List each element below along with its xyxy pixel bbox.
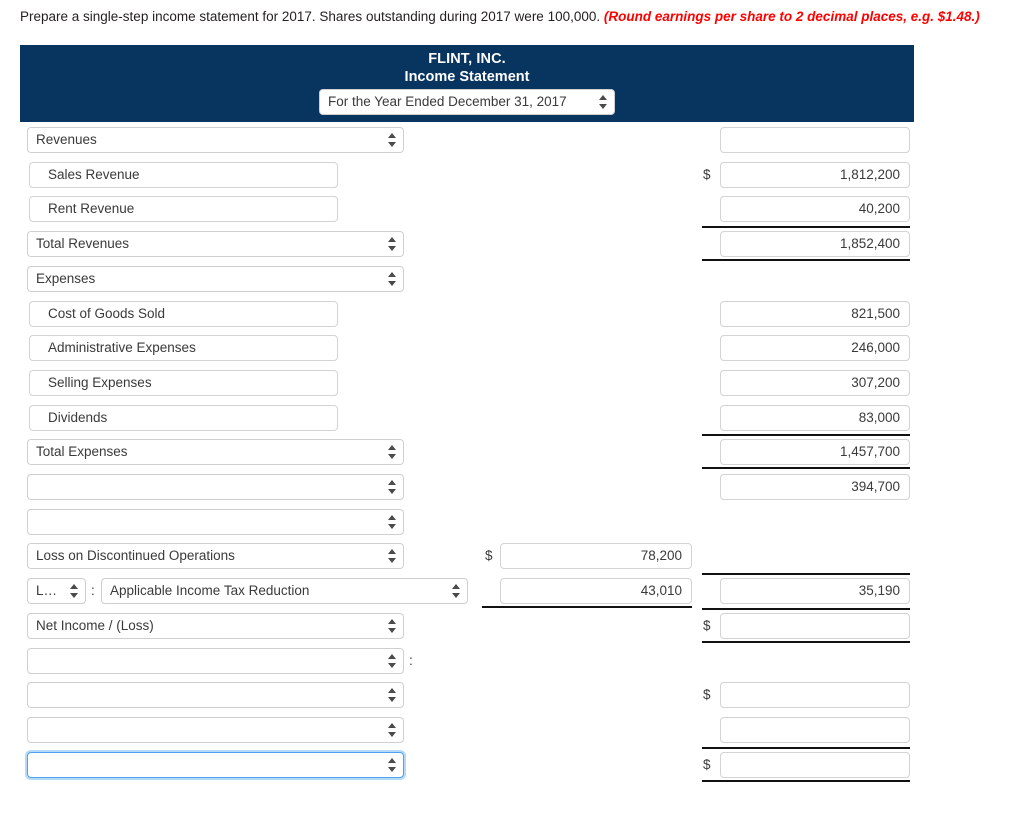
amount-input-right[interactable]: 307,200: [720, 370, 910, 396]
line-item-text-input[interactable]: Sales Revenue: [29, 162, 338, 188]
total-rule: [702, 747, 910, 749]
line-item-select[interactable]: [27, 682, 404, 708]
chevron-updown-icon: [388, 653, 397, 669]
line-item-select[interactable]: Total Expenses: [27, 439, 404, 465]
dollar-sign: $: [703, 618, 711, 633]
line-item-select[interactable]: Applicable Income Tax Reduction: [101, 578, 468, 604]
instruction-text: Prepare a single-step income statement f…: [20, 8, 1010, 25]
amount-input-right[interactable]: 1,852,400: [720, 231, 910, 257]
dollar-sign: $: [703, 167, 711, 182]
line-item-text-input[interactable]: Administrative Expenses: [29, 335, 338, 361]
line-item-select[interactable]: Loss on Discontinued Operations: [27, 543, 404, 569]
chevron-updown-icon: [388, 236, 397, 252]
total-rule: [702, 780, 910, 782]
chevron-updown-icon: [388, 132, 397, 148]
amount-input-middle[interactable]: 78,200: [500, 543, 692, 569]
amount-input-right[interactable]: 394,700: [720, 474, 910, 500]
chevron-updown-icon: [452, 583, 461, 599]
dollar-sign: $: [703, 687, 711, 702]
chevron-updown-icon: [599, 94, 608, 110]
chevron-updown-icon: [388, 479, 397, 495]
total-rule: [702, 641, 910, 643]
line-item-select-value: Applicable Income Tax Reduction: [110, 583, 310, 598]
chevron-updown-icon: [388, 687, 397, 703]
line-item-select-value: Total Revenues: [36, 236, 130, 251]
line-item-select-value: Total Expenses: [36, 444, 128, 459]
amount-input-right[interactable]: [720, 752, 910, 778]
amount-input-right[interactable]: [720, 717, 910, 743]
chevron-updown-icon: [388, 757, 397, 773]
line-item-text-input[interactable]: Rent Revenue: [29, 196, 338, 222]
line-item-select-value: Net Income / (Loss): [36, 618, 154, 633]
amount-input-right[interactable]: 83,000: [720, 405, 910, 431]
line-item-select[interactable]: Expenses: [27, 266, 404, 292]
line-item-select[interactable]: [27, 474, 404, 500]
instruction-main: Prepare a single-step income statement f…: [20, 9, 601, 24]
line-item-select-value: Revenues: [36, 132, 97, 147]
line-item-select[interactable]: [27, 717, 404, 743]
chevron-updown-icon: [388, 444, 397, 460]
colon-separator: :: [409, 653, 413, 668]
line-item-text-input[interactable]: Cost of Goods Sold: [29, 301, 338, 327]
period-select-value: For the Year Ended December 31, 2017: [328, 94, 567, 109]
line-item-select-value: Expenses: [36, 271, 96, 286]
amount-input-right[interactable]: 1,812,200: [720, 162, 910, 188]
line-item-select[interactable]: Total Revenues: [27, 231, 404, 257]
amount-input-right[interactable]: 35,190: [720, 578, 910, 604]
amount-input-middle[interactable]: 43,010: [500, 578, 692, 604]
chevron-updown-icon: [70, 583, 79, 599]
total-rule: [702, 608, 910, 610]
chevron-updown-icon: [388, 618, 397, 634]
amount-input-right[interactable]: 821,500: [720, 301, 910, 327]
less-add-value: Less: [36, 583, 65, 598]
amount-input-right[interactable]: [720, 682, 910, 708]
amount-input-right[interactable]: [720, 613, 910, 639]
chevron-updown-icon: [388, 548, 397, 564]
period-select[interactable]: For the Year Ended December 31, 2017: [319, 89, 615, 115]
total-rule: [482, 606, 692, 608]
dollar-sign: $: [703, 757, 711, 772]
total-rule: [702, 573, 910, 575]
total-rule: [702, 259, 910, 261]
amount-input-right[interactable]: 40,200: [720, 196, 910, 222]
total-rule: [702, 226, 910, 228]
line-item-select[interactable]: [27, 509, 404, 535]
chevron-updown-icon: [388, 271, 397, 287]
amount-input-right[interactable]: 1,457,700: [720, 439, 910, 465]
amount-input-right[interactable]: 246,000: [720, 335, 910, 361]
statement-name: Income Statement: [404, 69, 530, 85]
statement-header: FLINT, INC. Income Statement For the Yea…: [20, 45, 914, 122]
line-item-select[interactable]: Revenues: [27, 127, 404, 153]
chevron-updown-icon: [388, 514, 397, 530]
colon-separator: :: [91, 583, 95, 598]
amount-input-right[interactable]: [720, 127, 910, 153]
line-item-text-input[interactable]: Dividends: [29, 405, 338, 431]
total-rule: [702, 434, 910, 436]
line-item-select[interactable]: [27, 648, 404, 674]
line-item-select[interactable]: Net Income / (Loss): [27, 613, 404, 639]
company-name: FLINT, INC.: [428, 51, 506, 67]
less-add-select[interactable]: Less: [27, 578, 86, 604]
chevron-updown-icon: [388, 722, 397, 738]
dollar-sign: $: [485, 548, 493, 563]
line-item-text-input[interactable]: Selling Expenses: [29, 370, 338, 396]
line-item-select-value: Loss on Discontinued Operations: [36, 548, 235, 563]
line-item-select[interactable]: [27, 752, 404, 778]
total-rule: [702, 467, 910, 469]
instruction-hint: (Round earnings per share to 2 decimal p…: [603, 9, 980, 24]
